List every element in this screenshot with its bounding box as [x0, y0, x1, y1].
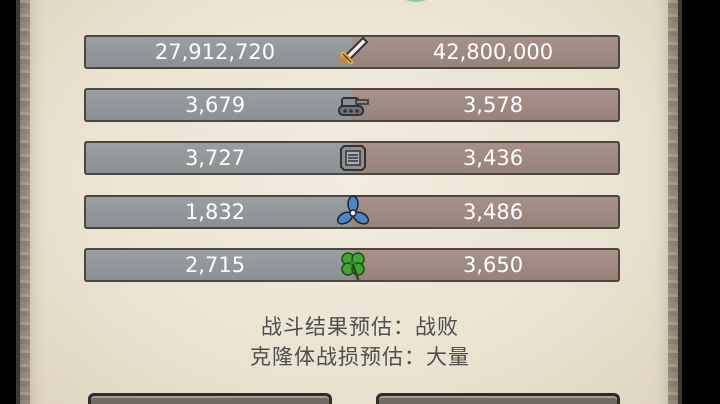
- enemy-stat-value: 3,578: [462, 93, 524, 117]
- enemy-stat-value: 3,650: [462, 253, 524, 277]
- own-stat-bar: 27,912,720: [84, 35, 352, 69]
- game-screen: 27,912,720 42,800,000 3,679 3,578 3,727 …: [0, 0, 720, 404]
- stat-row-speed: 1,832 3,486: [84, 195, 620, 229]
- enemy-stat-bar: 42,800,000: [352, 35, 620, 69]
- own-stat-bar: 1,832: [84, 195, 352, 229]
- own-stat-bar: 3,679: [84, 88, 352, 122]
- tank-icon: [338, 97, 369, 116]
- slime-portrait: [394, 0, 438, 2]
- enemy-stat-bar: 3,436: [352, 141, 620, 175]
- confirm-button[interactable]: [376, 393, 620, 404]
- own-stat-bar: 3,727: [84, 141, 352, 175]
- stat-row-armor: 3,727 3,436: [84, 141, 620, 175]
- own-stat-value: 27,912,720: [154, 40, 276, 64]
- enemy-stat-bar: 3,578: [352, 88, 620, 122]
- armor-plate-icon: [340, 145, 366, 171]
- own-stat-bar: 2,715: [84, 248, 352, 282]
- sword-icon: [339, 36, 369, 65]
- stat-row-attack: 27,912,720 42,800,000: [84, 35, 620, 69]
- battle-outcome-text: 战斗结果预估：战败: [261, 315, 459, 339]
- own-stat-value: 1,832: [184, 200, 246, 224]
- stat-row-tank: 3,679 3,578: [84, 88, 620, 122]
- enemy-stat-bar: 3,486: [352, 195, 620, 229]
- propeller-icon: [336, 195, 370, 225]
- clone-loss-text: 克隆体战损预估：大量: [250, 345, 470, 369]
- cancel-button[interactable]: [88, 393, 332, 404]
- own-stat-value: 2,715: [184, 253, 246, 277]
- character-portraits: [300, 0, 476, 2]
- enemy-stat-value: 3,486: [462, 200, 524, 224]
- enemy-stat-value: 3,436: [462, 146, 524, 170]
- enemy-stat-value: 42,800,000: [432, 40, 554, 64]
- enemy-stat-bar: 3,650: [352, 248, 620, 282]
- stat-row-luck: 2,715 3,650: [84, 248, 620, 282]
- own-stat-value: 3,679: [184, 93, 246, 117]
- clover-icon: [341, 252, 365, 281]
- own-stat-value: 3,727: [184, 146, 246, 170]
